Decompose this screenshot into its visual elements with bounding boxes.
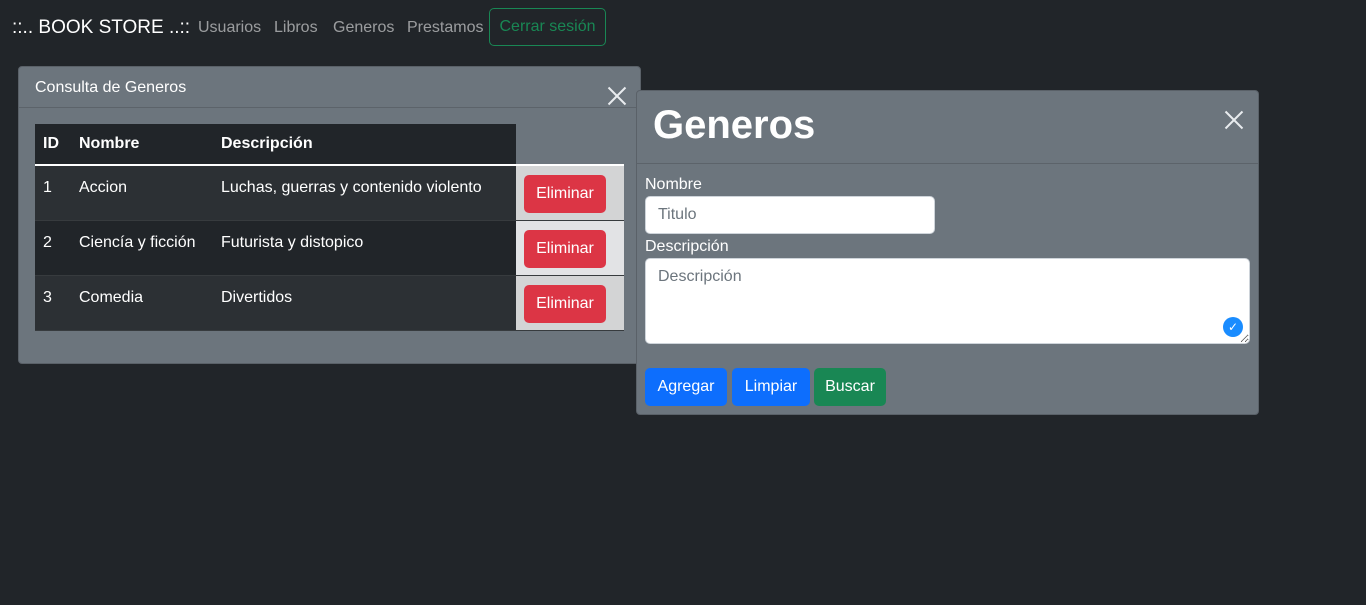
navbar: ::.. BOOK STORE ..:: Usuarios Libros Gen… <box>0 0 1366 56</box>
close-icon[interactable] <box>1224 110 1244 130</box>
cell-actions: Eliminar <box>516 275 624 331</box>
logout-button[interactable]: Cerrar sesión <box>489 8 606 46</box>
cell-descripcion: Divertidos <box>213 275 516 331</box>
column-header-nombre: Nombre <box>71 124 213 166</box>
eliminar-button[interactable]: Eliminar <box>524 175 606 213</box>
generos-table: ID Nombre Descripción 1 Accion Luchas, g… <box>35 124 624 331</box>
brand-logo[interactable]: ::.. BOOK STORE ..:: <box>12 17 190 39</box>
table-row: 1 Accion Luchas, guerras y contenido vio… <box>35 165 624 221</box>
check-icon: ✓ <box>1223 317 1243 337</box>
cell-id: 1 <box>35 165 71 221</box>
nav-link-usuarios[interactable]: Usuarios <box>198 19 261 37</box>
close-icon[interactable] <box>607 86 627 106</box>
column-header-descripcion: Descripción <box>213 124 516 166</box>
table-row: 2 Ciencía y ficción Futurista y distopic… <box>35 220 624 276</box>
eliminar-button[interactable]: Eliminar <box>524 229 606 268</box>
cell-id: 2 <box>35 220 71 276</box>
eliminar-button[interactable]: Eliminar <box>524 284 606 323</box>
form-title: Generos <box>653 103 816 147</box>
cell-descripcion: Luchas, guerras y contenido violento <box>213 165 516 221</box>
nav-link-prestamos[interactable]: Prestamos <box>407 19 483 37</box>
cell-nombre: Ciencía y ficción <box>71 220 213 276</box>
nav-link-libros[interactable]: Libros <box>274 19 318 37</box>
descripcion-label: Descripción <box>645 238 729 255</box>
agregar-button[interactable]: Agregar <box>645 368 727 406</box>
generos-form-modal: Generos Nombre Descripción ✓ Agregar Lim… <box>636 90 1259 415</box>
consulta-title: Consulta de Generos <box>35 79 187 96</box>
table-row: 3 Comedia Divertidos Eliminar <box>35 275 624 331</box>
column-header-actions <box>516 124 624 166</box>
cell-actions: Eliminar <box>516 165 624 221</box>
buscar-button[interactable]: Buscar <box>814 368 886 406</box>
form-header: Generos <box>637 91 1258 164</box>
consulta-modal: Consulta de Generos ID Nombre Descripció… <box>18 66 641 364</box>
nombre-label: Nombre <box>645 176 702 193</box>
nombre-input[interactable] <box>645 196 935 234</box>
cell-id: 3 <box>35 275 71 331</box>
cell-nombre: Comedia <box>71 275 213 331</box>
cell-nombre: Accion <box>71 165 213 221</box>
limpiar-button[interactable]: Limpiar <box>732 368 810 406</box>
cell-descripcion: Futurista y distopico <box>213 220 516 276</box>
consulta-header: Consulta de Generos <box>19 67 640 108</box>
cell-actions: Eliminar <box>516 220 624 276</box>
nav-link-generos[interactable]: Generos <box>333 19 394 37</box>
column-header-id: ID <box>35 124 71 166</box>
descripcion-textarea[interactable] <box>645 258 1250 344</box>
